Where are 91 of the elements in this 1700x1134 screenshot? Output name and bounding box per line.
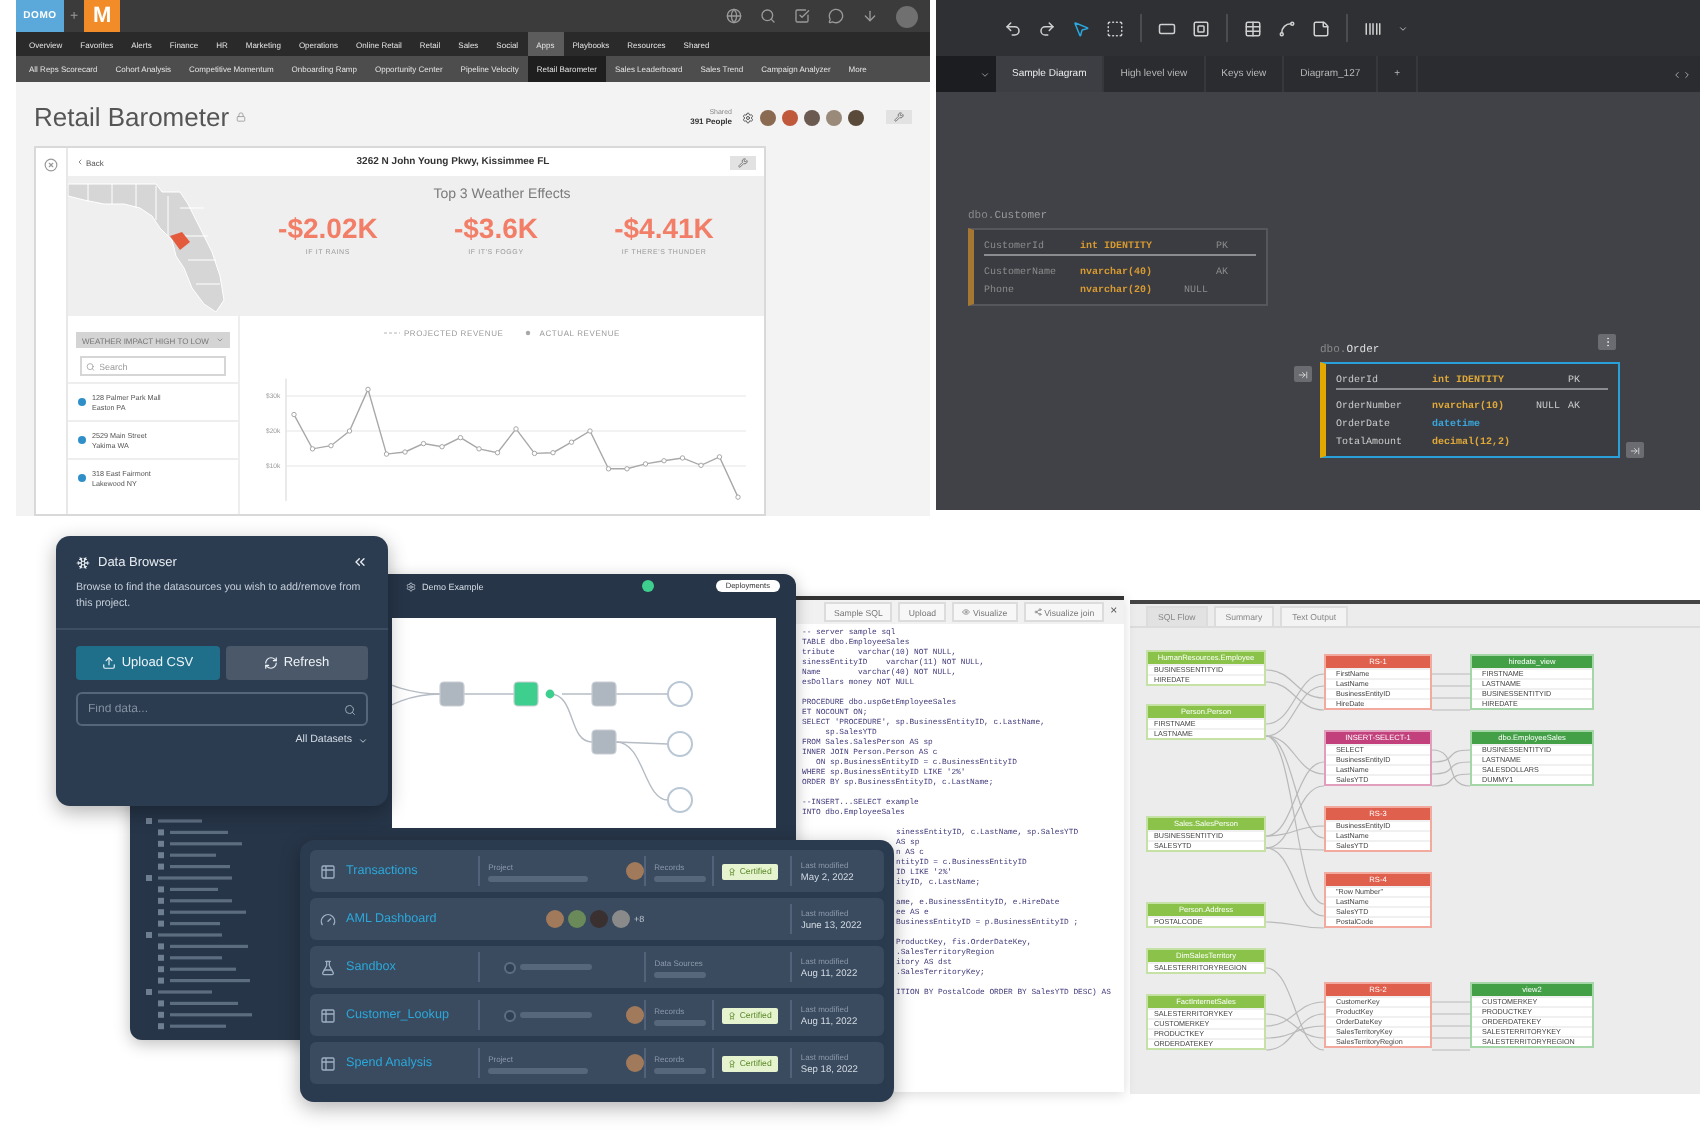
data-point (457, 434, 464, 441)
collapse-icon[interactable] (352, 554, 368, 570)
effect-value: -$3.6K (453, 212, 538, 244)
lock-icon (235, 112, 246, 122)
data-point (328, 443, 334, 449)
avatar-icon (626, 862, 645, 880)
note-icon[interactable] (1312, 19, 1330, 37)
avatar-icon (626, 1054, 645, 1072)
table-icon (320, 1055, 336, 1071)
selection-icon[interactable] (1106, 19, 1124, 37)
wrench-icon (894, 112, 904, 122)
data-point (661, 458, 667, 464)
table-icon (320, 863, 336, 879)
dashboard-icon (320, 911, 336, 927)
data-point (568, 439, 575, 445)
data-point (605, 466, 612, 472)
data-point (309, 446, 316, 452)
data-point (402, 449, 408, 455)
data-point (531, 450, 538, 457)
data-point (735, 494, 741, 500)
data-point (624, 466, 630, 472)
caret-icon[interactable] (1398, 23, 1408, 33)
table-icon[interactable] (1244, 19, 1262, 37)
effect-value: -$2.02K (278, 212, 378, 244)
data-point (494, 450, 501, 456)
avatar-icon (626, 1006, 645, 1024)
square-icon[interactable] (1192, 19, 1210, 37)
arrow-icon (1298, 369, 1308, 379)
status-icon (504, 1009, 517, 1021)
data-point (513, 426, 519, 432)
legend-swatch-icon (383, 330, 400, 336)
globe-icon[interactable] (726, 8, 742, 24)
table-icon (320, 1007, 336, 1023)
data-point (291, 411, 297, 418)
refresh-icon (263, 656, 278, 671)
partner-logo: M (84, 0, 121, 32)
data-point (716, 454, 723, 460)
eye-icon (962, 608, 970, 616)
chat-icon[interactable] (828, 8, 844, 24)
download-icon[interactable] (862, 8, 878, 24)
data-point (698, 462, 704, 468)
data-point (679, 455, 686, 461)
scroll-right-icon[interactable] (1682, 69, 1692, 79)
snowflake-icon (76, 555, 90, 569)
menu-button[interactable] (1598, 334, 1616, 350)
undo-icon[interactable] (1004, 19, 1022, 37)
columns-icon[interactable] (1364, 19, 1382, 37)
settings-icon[interactable] (742, 111, 754, 123)
close-icon[interactable] (44, 158, 58, 172)
data-point (439, 444, 445, 450)
wrench-icon (738, 157, 748, 167)
search-icon (86, 361, 96, 371)
ribbon-icon (727, 867, 736, 875)
data-point (476, 446, 482, 452)
status-dot-icon (641, 580, 654, 592)
ribbon-icon (727, 1059, 736, 1067)
link-handle[interactable] (1626, 442, 1644, 458)
scroll-left-icon[interactable] (1672, 69, 1682, 79)
upload-icon (101, 656, 116, 671)
effect-value: -$4.41K (614, 212, 714, 244)
store-dot-icon (78, 436, 86, 444)
store-dot-icon (78, 474, 86, 482)
search-icon (344, 703, 356, 716)
caret-icon (980, 69, 990, 79)
pointer-icon[interactable] (1072, 19, 1090, 37)
link-handle[interactable] (1294, 366, 1312, 382)
checkbox-icon[interactable] (794, 8, 810, 24)
wrench-button[interactable] (886, 110, 912, 124)
gear-icon (406, 581, 416, 591)
data-point (642, 461, 649, 467)
connector-icon[interactable] (1278, 19, 1296, 37)
data-point (550, 450, 556, 456)
page-title: Retail Barometer (34, 102, 230, 132)
store-dot-icon (78, 398, 86, 406)
ribbon-icon (727, 1011, 736, 1019)
data-point (383, 451, 390, 457)
status-icon (504, 961, 517, 973)
data-point (420, 440, 427, 447)
arrow-icon (1630, 445, 1640, 455)
flask-icon (320, 959, 336, 975)
rectangle-icon[interactable] (1158, 19, 1176, 37)
data-point (346, 428, 353, 434)
share-icon (1033, 608, 1042, 616)
redo-icon[interactable] (1038, 19, 1056, 37)
caret-icon (358, 735, 368, 746)
search-icon[interactable] (760, 8, 776, 24)
wrench-button[interactable] (730, 155, 756, 169)
user-avatar-icon[interactable] (896, 5, 918, 27)
connector-line (1265, 921, 1325, 929)
data-point (587, 428, 593, 434)
data-point (365, 386, 371, 393)
